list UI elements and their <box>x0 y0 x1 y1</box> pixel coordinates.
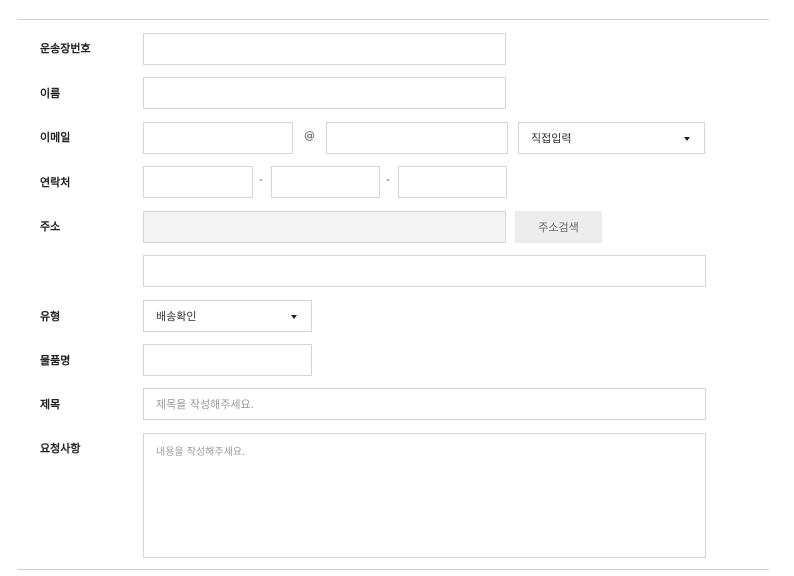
address-search-button[interactable]: 주소검색 <box>515 211 602 243</box>
subject-label: 제목 <box>40 398 61 411</box>
phone-label: 연락처 <box>40 176 71 189</box>
caret-down-icon <box>291 315 297 319</box>
tracking-number-label: 운송장번호 <box>40 42 91 55</box>
phone-part1-input[interactable] <box>143 166 253 198</box>
name-label: 이름 <box>40 87 61 100</box>
email-domain-select-value: 직접입력 <box>531 132 572 145</box>
tracking-number-input[interactable] <box>143 33 506 65</box>
bottom-divider <box>17 569 769 570</box>
type-label: 유형 <box>40 310 61 323</box>
phone-part3-input[interactable] <box>398 166 507 198</box>
type-select-value: 배송확인 <box>156 310 197 323</box>
top-divider <box>17 19 769 20</box>
address-main-input[interactable] <box>143 211 506 243</box>
subject-input[interactable] <box>143 388 706 420</box>
email-label: 이메일 <box>40 131 71 144</box>
email-domain-input[interactable] <box>326 122 508 154</box>
email-domain-select[interactable]: 직접입력 <box>518 122 705 154</box>
request-label: 요청사항 <box>40 442 81 455</box>
type-select[interactable]: 배송확인 <box>143 300 312 332</box>
email-local-input[interactable] <box>143 122 293 154</box>
request-textarea[interactable] <box>143 433 706 558</box>
caret-down-icon <box>684 137 690 141</box>
product-input[interactable] <box>143 344 312 376</box>
phone-part2-input[interactable] <box>271 166 380 198</box>
address-label: 주소 <box>40 220 61 233</box>
product-label: 물품명 <box>40 354 71 367</box>
phone-separator-1: - <box>259 173 263 186</box>
address-detail-input[interactable] <box>143 255 706 287</box>
phone-separator-2: - <box>386 173 390 186</box>
email-at-sign: @ <box>304 129 315 142</box>
name-input[interactable] <box>143 77 506 109</box>
